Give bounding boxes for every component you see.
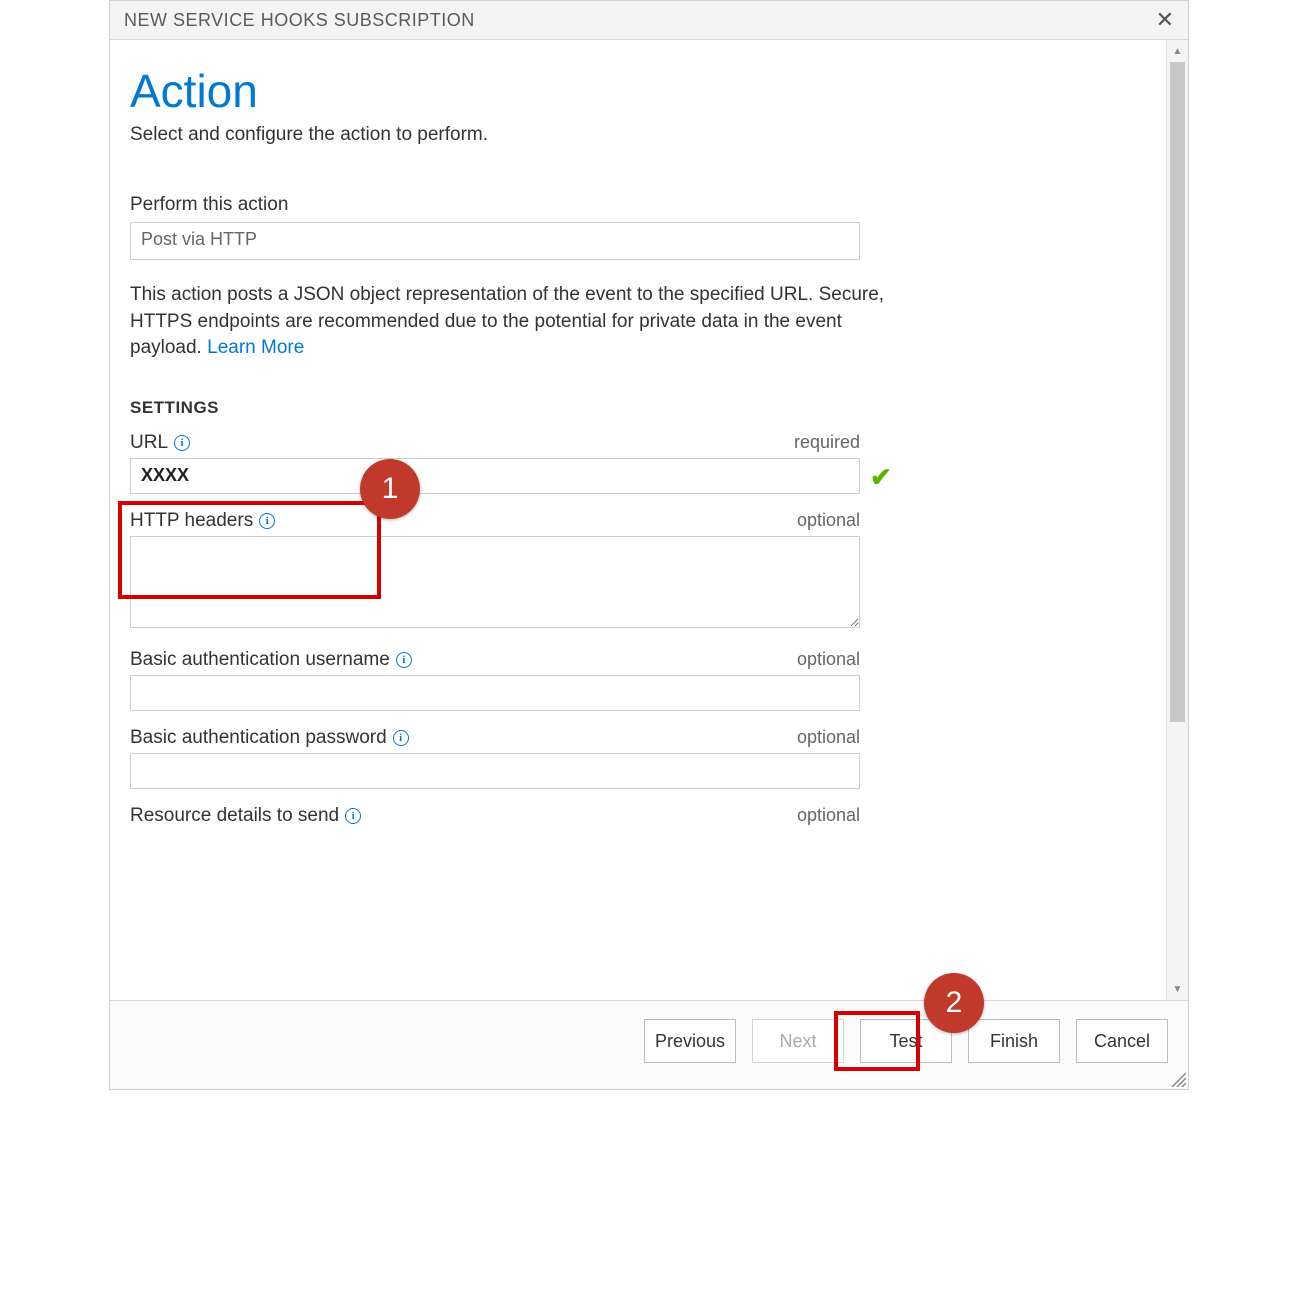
scroll-down-icon[interactable]: ▼ bbox=[1167, 978, 1188, 1000]
finish-button[interactable]: Finish bbox=[968, 1019, 1060, 1063]
resource-details-hint: optional bbox=[797, 805, 860, 826]
basic-pass-hint: optional bbox=[797, 727, 860, 748]
annotation-badge-2: 2 bbox=[924, 973, 984, 1033]
page-subtitle: Select and configure the action to perfo… bbox=[130, 124, 1140, 146]
resize-grip-icon[interactable] bbox=[1168, 1069, 1186, 1087]
perform-action-select[interactable]: Post via HTTP bbox=[130, 222, 860, 260]
page-title: Action bbox=[130, 64, 1140, 118]
dialog-body: Action Select and configure the action t… bbox=[110, 40, 1166, 1000]
dialog: NEW SERVICE HOOKS SUBSCRIPTION ✕ Action … bbox=[109, 0, 1189, 1090]
http-headers-row: HTTP headers i optional bbox=[130, 510, 1140, 633]
cancel-button[interactable]: Cancel bbox=[1076, 1019, 1168, 1063]
previous-button[interactable]: Previous bbox=[644, 1019, 736, 1063]
dialog-title: NEW SERVICE HOOKS SUBSCRIPTION bbox=[124, 10, 475, 31]
vertical-scrollbar[interactable]: ▲ ▼ bbox=[1166, 40, 1188, 1000]
url-input[interactable] bbox=[130, 458, 860, 494]
resource-details-label: Resource details to send bbox=[130, 805, 339, 827]
next-button: Next bbox=[752, 1019, 844, 1063]
basic-user-input[interactable] bbox=[130, 675, 860, 711]
dialog-footer: Previous Next Test Finish Cancel 2 bbox=[110, 1000, 1188, 1089]
perform-action-label: Perform this action bbox=[130, 194, 1140, 216]
url-row: URL i required ✔ bbox=[130, 432, 1140, 494]
basic-user-label: Basic authentication username bbox=[130, 649, 390, 671]
url-label: URL bbox=[130, 432, 168, 454]
learn-more-link[interactable]: Learn More bbox=[207, 337, 304, 358]
info-icon[interactable]: i bbox=[345, 808, 361, 824]
scroll-up-icon[interactable]: ▲ bbox=[1167, 40, 1188, 62]
info-icon[interactable]: i bbox=[259, 513, 275, 529]
info-icon[interactable]: i bbox=[174, 435, 190, 451]
http-headers-hint: optional bbox=[797, 510, 860, 531]
url-hint: required bbox=[794, 432, 860, 453]
annotation-badge-1: 1 bbox=[360, 459, 420, 519]
action-description: This action posts a JSON object represen… bbox=[130, 282, 890, 362]
resource-details-row: Resource details to send i optional bbox=[130, 805, 1140, 827]
scroll-track[interactable] bbox=[1167, 62, 1188, 978]
basic-pass-input[interactable] bbox=[130, 753, 860, 789]
basic-user-hint: optional bbox=[797, 649, 860, 670]
perform-action-row: Perform this action Post via HTTP bbox=[130, 194, 1140, 260]
scroll-thumb[interactable] bbox=[1170, 62, 1185, 722]
dialog-header: NEW SERVICE HOOKS SUBSCRIPTION ✕ bbox=[110, 1, 1188, 40]
settings-heading: SETTINGS bbox=[130, 398, 1140, 418]
info-icon[interactable]: i bbox=[393, 730, 409, 746]
close-icon[interactable]: ✕ bbox=[1156, 9, 1174, 31]
basic-user-row: Basic authentication username i optional bbox=[130, 649, 1140, 711]
check-icon: ✔ bbox=[870, 462, 892, 493]
http-headers-label: HTTP headers bbox=[130, 510, 253, 532]
info-icon[interactable]: i bbox=[396, 652, 412, 668]
basic-pass-label: Basic authentication password bbox=[130, 727, 387, 749]
basic-pass-row: Basic authentication password i optional bbox=[130, 727, 1140, 789]
http-headers-input[interactable] bbox=[130, 536, 860, 628]
